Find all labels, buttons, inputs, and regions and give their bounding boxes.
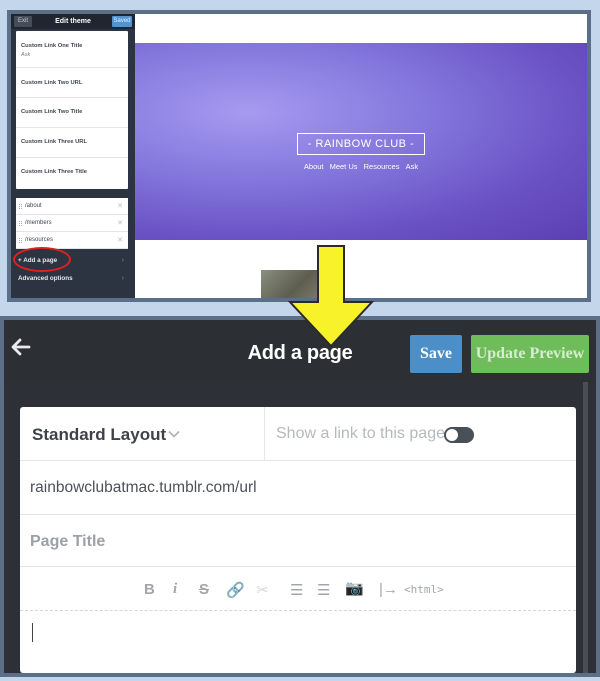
chevron-right-icon: ›	[121, 257, 124, 264]
close-icon[interactable]: ✕	[117, 215, 123, 232]
down-arrow-icon	[287, 245, 375, 348]
chevron-down-icon	[168, 430, 180, 438]
drag-handle-icon[interactable]	[19, 204, 22, 209]
content-editor[interactable]	[20, 612, 576, 673]
blog-logo: - RAINBOW CLUB -	[297, 133, 425, 155]
close-icon[interactable]: ✕	[117, 198, 123, 215]
show-link-label: Show a link to this page	[276, 425, 445, 442]
field-label: Custom Link Two URL	[21, 80, 83, 86]
blog-nav: About Meet Us Resources Ask	[135, 162, 587, 171]
field-link-two-title[interactable]: Custom Link Two Title	[16, 98, 128, 128]
theme-editor-panel: Exit Edit theme Saved Custom Link One Ti…	[11, 14, 135, 298]
layout-label: Standard Layout	[32, 425, 167, 444]
editor-title: Edit theme	[55, 18, 91, 25]
nav-link-resources[interactable]: Resources	[364, 162, 400, 171]
title-row[interactable]: Page Title	[20, 515, 576, 567]
field-label: Custom Link Two Title	[21, 109, 83, 115]
italic-button[interactable]: i	[173, 581, 177, 598]
drag-handle-icon[interactable]	[19, 238, 22, 243]
field-label: Custom Link One Title	[21, 43, 83, 49]
page-path: /resources	[25, 237, 54, 243]
layout-select[interactable]: Standard Layout	[20, 407, 265, 461]
layout-row: Standard Layout Show a link to this page	[20, 407, 576, 461]
unlink-icon[interactable]: ✂	[256, 581, 269, 599]
saved-button[interactable]: Saved	[112, 16, 132, 27]
page-row-resources[interactable]: /resources ✕	[16, 232, 128, 249]
pages-list: /about ✕ /members ✕ /resources ✕	[16, 198, 128, 249]
read-more-icon[interactable]: |→	[379, 581, 398, 598]
url-field[interactable]: rainbowclubatmac.tumblr.com/url	[30, 479, 257, 497]
highlight-circle	[13, 247, 71, 272]
unordered-list-icon[interactable]: ☰	[317, 581, 330, 599]
update-preview-button[interactable]: Update Preview	[471, 335, 589, 373]
ordered-list-icon[interactable]: ☰	[290, 581, 303, 599]
nav-link-meet-us[interactable]: Meet Us	[330, 162, 358, 171]
editor-header: Exit Edit theme Saved	[11, 14, 135, 29]
toggle-icon[interactable]	[444, 427, 474, 443]
url-row[interactable]: rainbowclubatmac.tumblr.com/url	[20, 461, 576, 515]
html-button[interactable]: <html>	[404, 583, 444, 596]
field-link-two-url[interactable]: Custom Link Two URL	[16, 68, 128, 98]
page-row-about[interactable]: /about ✕	[16, 198, 128, 215]
format-toolbar: B i S 🔗 ✂ ☰ ☰ 📷 |→ <html>	[20, 568, 576, 611]
text-caret	[32, 623, 33, 642]
close-icon[interactable]: ✕	[117, 232, 123, 249]
bottom-screenshot: Add a page Save Update Preview Standard …	[0, 316, 600, 677]
advanced-options-link[interactable]: Advanced options ›	[16, 270, 128, 287]
chevron-right-icon: ›	[121, 275, 124, 282]
custom-link-fields: Custom Link One Title Ask Custom Link Tw…	[16, 31, 128, 189]
page-title-input[interactable]: Page Title	[30, 533, 105, 551]
camera-icon[interactable]: 📷	[345, 579, 364, 597]
nav-link-ask[interactable]: Ask	[406, 162, 419, 171]
link-icon[interactable]: 🔗	[226, 581, 245, 599]
field-link-three-title[interactable]: Custom Link Three Title	[16, 158, 128, 189]
scrollbar[interactable]	[583, 382, 588, 673]
page-form-card: Standard Layout Show a link to this page…	[20, 407, 576, 673]
bottom-screenshot-content: Add a page Save Update Preview Standard …	[4, 320, 596, 673]
save-button[interactable]: Save	[410, 335, 462, 373]
page-path: /about	[25, 203, 42, 209]
field-link-three-url[interactable]: Custom Link Three URL	[16, 128, 128, 158]
drag-handle-icon[interactable]	[19, 221, 22, 226]
field-value[interactable]: Ask	[21, 52, 123, 58]
field-label: Custom Link Three URL	[21, 139, 88, 145]
hero-banner: - RAINBOW CLUB - About Meet Us Resources…	[135, 43, 587, 240]
field-label: Custom Link Three Title	[21, 169, 87, 175]
strikethrough-button[interactable]: S	[199, 581, 209, 598]
field-link-one-title[interactable]: Custom Link One Title Ask	[16, 31, 128, 68]
toggle-knob	[446, 429, 458, 441]
exit-button[interactable]: Exit	[14, 16, 32, 27]
page-row-members[interactable]: /members ✕	[16, 215, 128, 232]
advanced-options-label: Advanced options	[18, 275, 73, 282]
nav-link-about[interactable]: About	[304, 162, 324, 171]
bold-button[interactable]: B	[144, 581, 155, 598]
page-path: /members	[25, 220, 52, 226]
